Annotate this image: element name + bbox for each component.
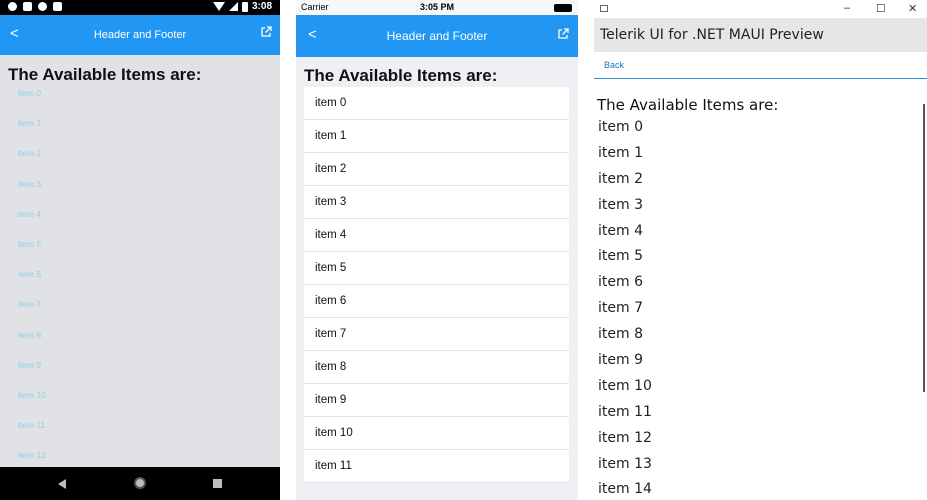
list-item[interactable]: item 2 [304, 153, 569, 186]
list-item[interactable]: item 10 [598, 378, 652, 404]
record-icon [38, 2, 47, 11]
minimize-button[interactable]: – [844, 2, 850, 14]
list-header: The Available Items are: [597, 96, 779, 114]
close-button[interactable]: ✕ [908, 2, 917, 15]
battery-icon [554, 4, 572, 12]
nav-home-icon[interactable] [134, 477, 146, 489]
android-item-list[interactable]: item 0 item 1 item 2 item 3 item 4 item … [18, 88, 46, 480]
list-item[interactable]: item 0 [304, 87, 569, 120]
list-item[interactable]: item 11 [598, 404, 652, 430]
back-button[interactable]: Back [604, 60, 624, 70]
settings-icon [8, 2, 17, 11]
windows-panel: – ☐ ✕ Telerik UI for .NET MAUI Preview B… [594, 0, 927, 500]
sim-card-icon [53, 2, 62, 11]
app-header-bar: Telerik UI for .NET MAUI Preview [594, 18, 927, 52]
list-item[interactable]: item 2 [18, 148, 46, 178]
external-link-icon[interactable] [260, 26, 272, 38]
list-item[interactable]: item 9 [598, 352, 652, 378]
list-item[interactable]: item 9 [18, 360, 46, 390]
battery-icon [241, 1, 248, 12]
list-item[interactable]: item 5 [304, 252, 569, 285]
list-item[interactable]: item 4 [598, 223, 652, 249]
list-item[interactable]: item 10 [304, 417, 569, 450]
android-status-bar: 3:08 [0, 0, 280, 15]
ios-item-list[interactable]: item 0 item 1 item 2 item 3 item 4 item … [304, 87, 569, 483]
ios-nav-bar: < Header and Footer [296, 15, 578, 57]
list-item[interactable]: item 5 [18, 239, 46, 269]
list-item[interactable]: item 11 [18, 420, 46, 450]
list-item[interactable]: item 8 [598, 326, 652, 352]
list-item[interactable]: item 12 [598, 430, 652, 456]
list-header: The Available Items are: [304, 66, 498, 85]
status-icons-left [8, 2, 62, 11]
list-item[interactable]: item 1 [304, 120, 569, 153]
list-item[interactable]: item 11 [304, 450, 569, 483]
list-item[interactable]: item 14 [598, 481, 652, 500]
status-time: 3:08 [251, 1, 272, 12]
shield-icon [23, 2, 32, 11]
window-titlebar[interactable]: – ☐ ✕ [594, 0, 927, 18]
android-nav-bar [0, 467, 280, 500]
nav-back-icon[interactable] [58, 479, 66, 489]
ios-panel: Carrier 3:05 PM < Header and Footer The … [296, 0, 578, 500]
list-item[interactable]: item 6 [18, 269, 46, 299]
app-title: Telerik UI for .NET MAUI Preview [600, 27, 824, 43]
list-item[interactable]: item 3 [598, 197, 652, 223]
list-item[interactable]: item 9 [304, 384, 569, 417]
external-link-icon[interactable] [557, 28, 569, 40]
list-item[interactable]: item 7 [598, 300, 652, 326]
vertical-scrollbar[interactable] [923, 104, 925, 392]
list-item[interactable]: item 0 [18, 88, 46, 118]
list-item[interactable]: item 4 [18, 209, 46, 239]
list-item[interactable]: item 7 [18, 299, 46, 329]
list-item[interactable]: item 5 [598, 248, 652, 274]
ios-status-bar: Carrier 3:05 PM [296, 0, 578, 15]
android-panel: 3:08 < Header and Footer The Available I… [0, 0, 280, 500]
list-item[interactable]: item 1 [598, 145, 652, 171]
nav-title: Header and Footer [386, 29, 488, 43]
wifi-icon [212, 2, 225, 11]
status-icons-right: 3:08 [212, 1, 272, 12]
list-item[interactable]: item 10 [18, 390, 46, 420]
list-item[interactable]: item 6 [598, 274, 652, 300]
cellular-signal-icon [228, 2, 238, 11]
list-item[interactable]: item 4 [304, 219, 569, 252]
list-header: The Available Items are: [8, 65, 202, 84]
windows-item-list[interactable]: item 0 item 1 item 2 item 3 item 4 item … [598, 119, 652, 500]
list-item[interactable]: item 6 [304, 285, 569, 318]
list-item[interactable]: item 8 [304, 351, 569, 384]
maximize-button[interactable]: ☐ [876, 2, 886, 15]
list-item[interactable]: item 3 [304, 186, 569, 219]
nav-divider [594, 78, 927, 79]
list-item[interactable]: item 7 [304, 318, 569, 351]
app-icon [600, 5, 608, 12]
list-item[interactable]: item 3 [18, 179, 46, 209]
android-toolbar: < Header and Footer [0, 15, 280, 55]
list-item[interactable]: item 8 [18, 330, 46, 360]
list-item[interactable]: item 0 [598, 119, 652, 145]
list-item[interactable]: item 2 [598, 171, 652, 197]
nav-recents-icon[interactable] [213, 479, 222, 488]
list-item[interactable]: item 13 [598, 456, 652, 482]
status-time: 3:05 PM [419, 2, 454, 12]
list-item[interactable]: item 1 [18, 118, 46, 148]
toolbar-title: Header and Footer [93, 29, 187, 41]
